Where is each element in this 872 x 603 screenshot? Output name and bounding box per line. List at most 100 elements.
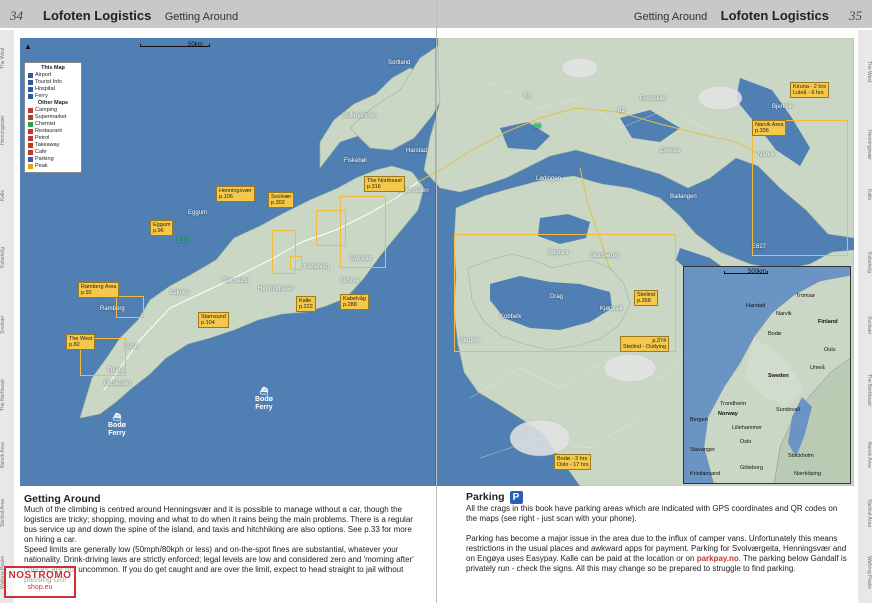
restaurant-icon (28, 129, 33, 134)
getting-around-paragraph: Much of the climbing is centred around H… (24, 505, 413, 544)
legend-item: Petrol (28, 135, 78, 142)
left-tab-item[interactable]: Svolvær (0, 305, 14, 345)
right-tab-item[interactable]: Svolvær (858, 305, 872, 345)
area-tag-eggum[interactable]: Eggum p.96 (150, 220, 174, 236)
area-tag-ramberg[interactable]: Ramberg Area p.92 (78, 282, 120, 298)
supermarket-icon (28, 115, 33, 120)
left-tab-item[interactable]: Steilind Area (0, 488, 14, 538)
camping-icon (28, 108, 33, 113)
area-tag-bodo: Bodø - 3 hrs Oslo - 17 hrs (554, 454, 592, 470)
right-tab-item[interactable]: Narvik Area (858, 430, 872, 480)
right-tab-item[interactable]: Kabelvåg (858, 240, 872, 285)
place-label: Eggum (188, 210, 208, 216)
area-box-northeast[interactable] (340, 196, 386, 268)
inset-place-label: Umeå (810, 365, 825, 371)
inset-place-label: Sweden (768, 373, 789, 379)
lofoten-overview-map[interactable]: This Map Airport Tourist Info Hospital F… (20, 38, 854, 486)
area-tag-thewest[interactable]: The West p.82 (66, 334, 96, 350)
area-tag-steilind[interactable]: Steilind p.358 (634, 290, 659, 306)
road-label: E10 (178, 238, 189, 244)
getting-around-paragraph: Speed limits are generally low (50mph/80… (24, 545, 414, 584)
ferry-marker: ⛴ Bodø Ferry (108, 414, 126, 437)
area-tag-henningsvaer[interactable]: Henningsvær p.106 (216, 186, 255, 202)
legend-item: Hospital (28, 86, 78, 93)
inset-place-label: Lillehammer (732, 425, 762, 431)
right-tab-item[interactable]: Steilind Area (858, 488, 872, 538)
getting-around-heading: Getting Around (24, 493, 101, 505)
legend-item: Chemist (28, 121, 78, 128)
parking-paragraph: Parking has become a major issue in the … (466, 534, 847, 573)
place-label: Kabelvåg (304, 264, 330, 270)
map-scale-bar: 50km (140, 42, 210, 48)
place-label: Skrova (340, 278, 359, 284)
parkpay-link[interactable]: parkpay.no (697, 554, 739, 563)
left-tab-item[interactable]: Henningsvær (0, 100, 14, 160)
legend-other-maps-heading: Other Maps (37, 100, 69, 106)
place-label: Stamsund (222, 278, 250, 284)
left-header-title: Lofoten Logistics (43, 8, 152, 23)
petrol-icon (28, 136, 33, 141)
left-tab-item[interactable]: The West (0, 38, 14, 78)
right-tab-item[interactable]: Henningsvær (858, 115, 872, 175)
scandinavia-inset-map[interactable]: 500km Harstad Narvik Tromsø Bodø Finland… (683, 266, 851, 484)
area-tag-steilind-outlying[interactable]: p.374 Steilind - Outlying (620, 336, 670, 352)
inset-place-label: Trondheim (720, 401, 747, 407)
left-tab-item[interactable]: The Northeast (0, 365, 14, 425)
right-running-head: Getting Around Lofoten Logistics 35 (634, 8, 862, 24)
inset-place-label: Narvik (776, 311, 792, 317)
inset-place-label: Stockholm (788, 453, 814, 459)
area-tag-kiruna: Kiruna - 2 hrs Luleå - 6 hrs (790, 82, 830, 98)
parking-heading-row: Parking P (466, 491, 850, 504)
place-label: Harstad (406, 148, 428, 154)
inset-place-label: Stavanger (690, 447, 716, 453)
left-header-section: Getting Around (164, 11, 239, 23)
right-tab-item[interactable]: Kalle (858, 180, 872, 210)
inset-place-label: Finland (818, 319, 838, 325)
place-label: Evenskjer (640, 96, 667, 102)
area-box-ramberg[interactable] (116, 296, 144, 318)
left-running-head: 34 Lofoten Logistics Getting Around (10, 8, 238, 24)
left-tab-item[interactable]: Kabelvåg (0, 235, 14, 280)
ferry-icon: ⛴ (259, 388, 269, 395)
area-box-narvik[interactable] (752, 120, 848, 256)
parking-heading: Parking (466, 491, 505, 503)
legend-item: Tourist Info (28, 79, 78, 86)
ferry-icon: ⛴ (112, 414, 122, 421)
right-header-section: Getting Around (633, 11, 708, 23)
map-legend: This Map Airport Tourist Info Hospital F… (24, 62, 82, 173)
left-page-number: 34 (10, 8, 23, 23)
inset-place-label: Bergen (690, 417, 708, 423)
legend-item: Cafe (28, 149, 78, 156)
parking-paragraph: All the crags in this book have parking … (466, 504, 838, 523)
inset-scale-bar: 500km (724, 269, 768, 275)
chemist-icon (28, 122, 33, 127)
parking-section: Parking P All the crags in this book hav… (466, 491, 850, 574)
right-tab-item[interactable]: The Northeast (858, 360, 872, 420)
area-tag-kalle[interactable]: Kalle p.222 (296, 296, 316, 312)
tourist-info-icon (28, 80, 33, 85)
right-tab-item[interactable]: Walking Peaks (858, 545, 872, 600)
legend-item: Restaurant (28, 128, 78, 135)
left-tab-item[interactable]: Kalle (0, 180, 14, 210)
area-box-kalle[interactable] (290, 256, 302, 270)
place-label: Fiskebøl (344, 158, 367, 164)
area-tag-stamsund[interactable]: Stamsund p.104 (198, 312, 229, 328)
ferry-marker: ⛴ Bodø Ferry (255, 388, 273, 411)
area-tag-svolvaer[interactable]: Svolvær p.302 (268, 192, 295, 208)
inset-place-label: Oslo (740, 439, 752, 445)
left-tab-item[interactable]: Narvik Area (0, 430, 14, 480)
place-label: Evenes (660, 148, 681, 154)
cafe-icon (28, 150, 33, 155)
place-label: Henningsvær (258, 286, 294, 292)
legend-item: Peak (28, 163, 78, 170)
north-arrow-icon: ▲ (24, 42, 32, 51)
page-gutter (436, 0, 437, 603)
area-tag-narvik[interactable]: Narvik Area p.336 (752, 120, 787, 136)
place-label: Moskenes (104, 381, 132, 387)
area-tag-northeast[interactable]: The Northeast p.316 (364, 176, 405, 192)
right-tab-item[interactable]: The West (858, 52, 872, 92)
place-label: Leknes (170, 290, 190, 296)
area-tag-kabelvag[interactable]: Kabelvåg p.288 (340, 294, 369, 310)
place-label: Stokmarknes (342, 113, 378, 119)
left-thumb-index: The West Henningsvær Kalle Kabelvåg Svol… (0, 30, 14, 603)
